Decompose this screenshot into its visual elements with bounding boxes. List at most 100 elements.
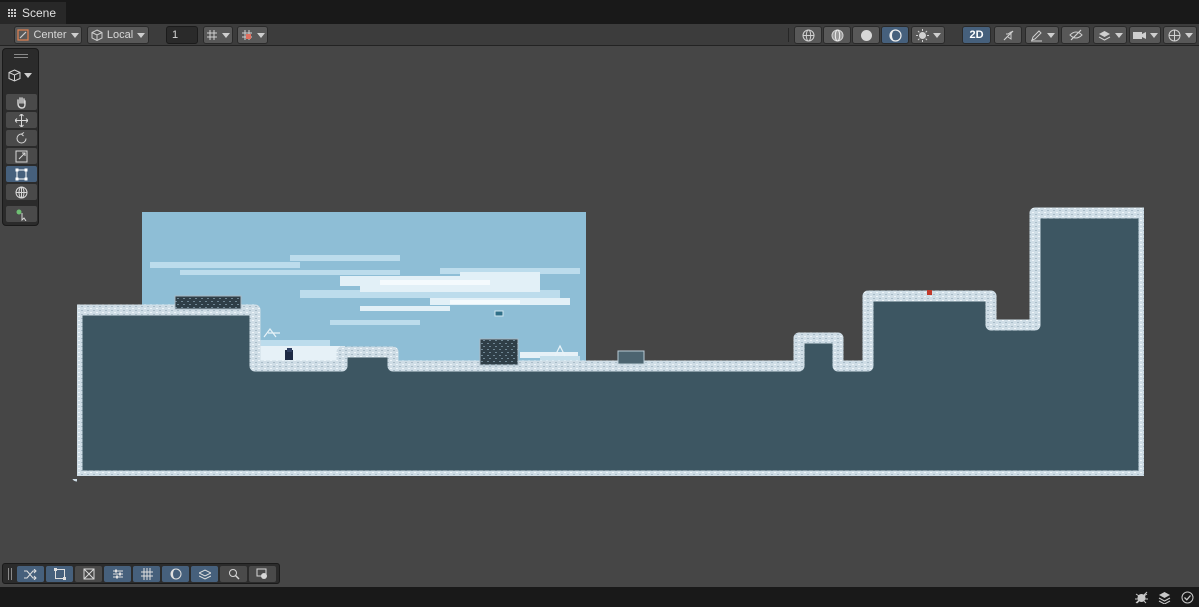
scale-tool-button[interactable]	[6, 148, 37, 164]
snap-grid-magnet-icon	[241, 30, 252, 40]
chevron-down-icon	[24, 73, 32, 78]
chevron-down-icon	[1149, 32, 1158, 38]
rect-select-icon	[53, 568, 66, 580]
wireframe-sphere-icon	[802, 29, 814, 41]
overlay-drag-handle[interactable]	[8, 568, 12, 580]
bottom-button-rect-select[interactable]	[46, 566, 73, 582]
scene-view-canvas[interactable]	[0, 47, 1199, 587]
shaded-wireframe-sphere-icon	[831, 29, 843, 41]
rotate-tool-button[interactable]	[6, 130, 37, 146]
grid-snap-value-field[interactable]: 1	[166, 26, 198, 44]
pivot-rotation-label: Local	[106, 29, 134, 41]
audio-muted-icon	[1003, 30, 1013, 40]
camera-icon	[1132, 31, 1146, 39]
bottom-button-search[interactable]	[220, 566, 247, 582]
eye-hidden-icon	[1068, 29, 1083, 41]
bottom-button-camera[interactable]	[249, 566, 276, 582]
bottom-button-lighting[interactable]	[162, 566, 189, 582]
rock-block-ledge	[174, 295, 242, 310]
search-icon	[228, 569, 239, 580]
chevron-down-icon	[932, 32, 941, 38]
window-tab-bar: Scene	[0, 0, 1199, 24]
chevron-down-icon	[137, 32, 146, 38]
player-head	[287, 348, 292, 352]
chevron-down-icon	[222, 32, 230, 38]
layers-status-icon[interactable]	[1158, 591, 1171, 604]
toolbar-separator	[788, 28, 789, 42]
sliders-icon	[112, 569, 123, 579]
hand-tool-button[interactable]	[6, 94, 37, 110]
gizmo-globe-icon	[1168, 29, 1180, 41]
status-bar	[0, 587, 1199, 607]
rect-transform-icon	[15, 168, 28, 180]
lighting-half-moon-icon	[170, 568, 181, 580]
scene-window: Scene Center Local 1 2D	[0, 0, 1199, 607]
bottom-button-grid-hatch[interactable]	[133, 566, 160, 582]
shaded-wireframe-button[interactable]	[823, 26, 851, 44]
increment-snap-dropdown[interactable]	[237, 26, 268, 44]
pivot-rotation-dropdown[interactable]: Local	[87, 26, 149, 44]
effects-sun-icon	[915, 28, 929, 42]
bottom-overlay-toolbar	[2, 563, 280, 584]
grid-visibility-dropdown[interactable]	[203, 26, 233, 44]
layers-icon	[1098, 30, 1110, 41]
pivot-mode-dropdown[interactable]: Center	[14, 26, 82, 44]
chevron-down-icon	[1114, 32, 1123, 38]
gizmo-draw-dropdown[interactable]	[1025, 26, 1059, 44]
lighting-toggle-button[interactable]	[881, 26, 909, 44]
chevron-down-icon	[70, 32, 79, 38]
rotate-icon	[16, 131, 27, 143]
wireframe-shading-button[interactable]	[794, 26, 822, 44]
audio-toggle-button[interactable]	[994, 26, 1022, 44]
chevron-down-icon	[256, 32, 265, 38]
cube-icon	[8, 69, 21, 82]
chevron-down-icon	[1046, 32, 1055, 38]
debug-bug-icon[interactable]	[1135, 591, 1148, 604]
chevron-down-icon	[1184, 32, 1193, 38]
no-box-icon	[83, 568, 94, 580]
gizmos-dropdown[interactable]	[1163, 26, 1197, 44]
layers-stack-icon	[198, 569, 211, 580]
cube-local-icon	[91, 29, 103, 41]
check-circle-icon[interactable]	[1181, 591, 1194, 604]
rect-tool-button[interactable]	[6, 166, 37, 182]
bottom-button-shuffle[interactable]	[17, 566, 44, 582]
camera-icon	[256, 568, 267, 579]
tools-overlay	[2, 48, 39, 226]
effects-dropdown[interactable]	[911, 26, 945, 44]
bottom-button-layers[interactable]	[191, 566, 218, 582]
grid-snap-icon	[207, 30, 217, 40]
move-tool-button[interactable]	[6, 112, 37, 128]
shaded-sphere-icon	[860, 29, 872, 41]
shaded-button[interactable]	[852, 26, 880, 44]
overlay-drag-handle[interactable]	[14, 54, 28, 58]
2d-mode-toggle[interactable]: 2D	[962, 26, 991, 44]
layers-dropdown[interactable]	[1093, 26, 1127, 44]
hand-icon	[17, 96, 26, 109]
bottom-button-no-box[interactable]	[75, 566, 102, 582]
bottom-button-sliders[interactable]	[104, 566, 131, 582]
level-render	[70, 206, 1152, 484]
transform-tool-button[interactable]	[6, 184, 37, 200]
view-options-dropdown[interactable]	[8, 69, 32, 82]
ice-crate	[617, 350, 645, 365]
rock-block-center	[479, 338, 519, 366]
scene-tab[interactable]: Scene	[0, 2, 67, 24]
camera-settings-dropdown[interactable]	[1129, 26, 1161, 44]
grid-dots-icon	[8, 9, 16, 17]
scene-visibility-button[interactable]	[1061, 26, 1090, 44]
pivot-mode-label: Center	[33, 29, 67, 41]
lighting-half-moon-icon	[888, 28, 902, 42]
red-flag-marker	[927, 290, 932, 295]
pivot-center-icon	[17, 29, 30, 41]
shuffle-icon	[24, 568, 37, 580]
custom-editor-tool-icon	[16, 209, 27, 221]
grid-hatch-icon	[140, 568, 153, 580]
pen-tool-icon	[1030, 29, 1042, 41]
move-arrows-icon	[15, 113, 28, 127]
scale-icon	[15, 150, 28, 162]
scene-toolbar: Center Local 1 2D	[0, 24, 1199, 46]
custom-tool-button[interactable]	[6, 206, 37, 222]
scene-tab-label: Scene	[22, 6, 57, 20]
transform-globe-icon	[15, 186, 28, 198]
